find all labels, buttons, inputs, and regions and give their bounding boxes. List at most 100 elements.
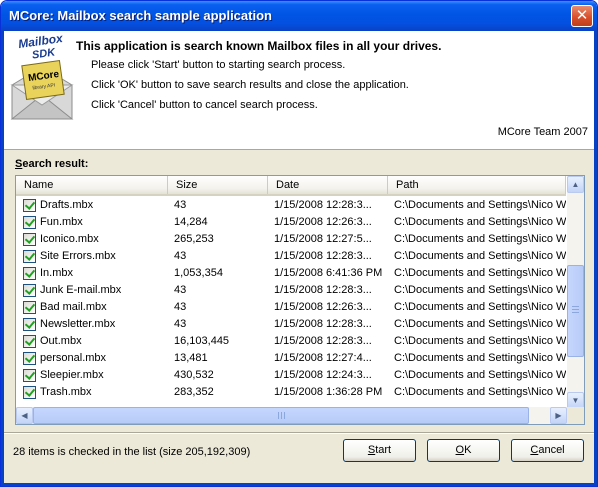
start-button-rest: tart (375, 444, 392, 456)
row-checkbox[interactable] (23, 369, 36, 382)
cancel-button[interactable]: Cancel (511, 439, 584, 462)
header-title: This application is search known Mailbox… (76, 39, 442, 53)
envelope-logo-icon: Mailbox SDK MCore library API (10, 33, 74, 120)
row-checkbox[interactable] (23, 250, 36, 263)
horizontal-scroll-thumb[interactable] (33, 407, 529, 424)
ok-button-rest: K (464, 444, 472, 456)
cell-size: 43 (174, 284, 187, 296)
cell-date: 1/15/2008 12:28:3... (274, 284, 372, 296)
cell-date: 1/15/2008 12:28:3... (274, 250, 372, 262)
cell-name: Junk E-mail.mbx (40, 284, 122, 296)
row-checkbox[interactable] (23, 267, 36, 280)
list-item[interactable]: Drafts.mbx 43 1/15/2008 12:28:3... C:\Docum… (16, 197, 566, 214)
cell-date: 1/15/2008 12:27:5... (274, 233, 372, 245)
cell-size: 265,253 (174, 233, 214, 245)
ok-button[interactable]: OK (427, 439, 500, 462)
cell-path: C:\Documents and Settings\Nico W... (394, 335, 566, 347)
vertical-scroll-thumb[interactable] (567, 265, 584, 357)
list-item[interactable]: Bad mail.mbx 43 1/15/2008 12:26:3... C:\Doc… (16, 299, 566, 316)
instruction-cancel: Click 'Cancel' button to cancel search p… (91, 99, 318, 111)
list-item[interactable]: In.mbx 1,053,354 1/15/2008 6:41:36 PM C:\Do… (16, 265, 566, 282)
title-bar[interactable]: MCore: Mailbox search sample application… (1, 1, 597, 31)
status-text: 28 items is checked in the list (size 20… (13, 446, 251, 458)
cell-name: Site Errors.mbx (40, 250, 116, 262)
logo-text-line2: SDK (31, 46, 57, 61)
row-checkbox[interactable] (23, 284, 36, 297)
cell-path: C:\Documents and Settings\Nico W... (394, 267, 566, 279)
instruction-ok: Click 'OK' button to save search results… (91, 79, 409, 91)
list-item[interactable]: Sleepier.mbx 430,532 1/15/2008 12:24:3... C… (16, 367, 566, 384)
window-border-right (594, 31, 597, 486)
list-item[interactable]: Trash.mbx 283,352 1/15/2008 1:36:28 PM C:\D… (16, 384, 566, 401)
scroll-left-button[interactable]: ◀ (16, 407, 33, 424)
cell-name: Fun.mbx (40, 216, 83, 228)
column-header-path[interactable]: Path (388, 176, 566, 194)
cell-date: 1/15/2008 12:28:3... (274, 335, 372, 347)
list-item[interactable]: Newsletter.mbx 43 1/15/2008 12:28:3... C:\D… (16, 316, 566, 333)
scroll-up-button[interactable]: ▲ (567, 176, 584, 193)
cell-size: 13,481 (174, 352, 208, 364)
cell-size: 43 (174, 199, 187, 211)
cell-date: 1/15/2008 6:41:36 PM (274, 267, 383, 279)
cell-name: Bad mail.mbx (40, 301, 107, 313)
horizontal-scrollbar[interactable]: ◀ ▶ (16, 407, 567, 424)
instruction-start: Please click 'Start' button to starting … (91, 59, 346, 71)
start-button[interactable]: Start (343, 439, 416, 462)
cell-size: 16,103,445 (174, 335, 230, 347)
cell-date: 1/15/2008 12:26:3... (274, 216, 372, 228)
row-checkbox[interactable] (23, 352, 36, 365)
cell-size: 43 (174, 301, 187, 313)
cell-size: 43 (174, 250, 187, 262)
row-checkbox[interactable] (23, 386, 36, 399)
cell-path: C:\Documents and Settings\Nico W... (394, 199, 566, 211)
column-header-bar: Name Size Date Path (16, 176, 566, 196)
row-checkbox[interactable] (23, 216, 36, 229)
cell-name: Sleepier.mbx (40, 369, 104, 381)
cell-path: C:\Documents and Settings\Nico W... (394, 386, 566, 398)
cell-date: 1/15/2008 12:28:3... (274, 199, 372, 211)
cell-path: C:\Documents and Settings\Nico W... (394, 284, 566, 296)
search-result-label: Search result: (15, 158, 88, 170)
list-item[interactable]: Out.mbx 16,103,445 1/15/2008 12:28:3... C:\… (16, 333, 566, 350)
close-button[interactable]: ✕ (571, 5, 593, 27)
column-header-name[interactable]: Name (16, 176, 168, 194)
list-item[interactable]: Junk E-mail.mbx 43 1/15/2008 12:28:3... C:\… (16, 282, 566, 299)
row-checkbox[interactable] (23, 335, 36, 348)
cell-path: C:\Documents and Settings\Nico W... (394, 216, 566, 228)
scroll-right-button[interactable]: ▶ (550, 407, 567, 424)
list-item[interactable]: Fun.mbx 14,284 1/15/2008 12:26:3... C:\Docu… (16, 214, 566, 231)
cell-path: C:\Documents and Settings\Nico W... (394, 318, 566, 330)
window-border-bottom (1, 483, 597, 486)
cell-size: 1,053,354 (174, 267, 223, 279)
footer-divider (4, 432, 594, 434)
cancel-button-rest: ancel (538, 444, 565, 456)
cell-size: 430,532 (174, 369, 214, 381)
cell-date: 1/15/2008 1:36:28 PM (274, 386, 383, 398)
list-item[interactable]: personal.mbx 13,481 1/15/2008 12:27:4... C:… (16, 350, 566, 367)
row-checkbox[interactable] (23, 301, 36, 314)
row-checkbox[interactable] (23, 199, 36, 212)
column-header-date[interactable]: Date (268, 176, 388, 194)
cell-name: personal.mbx (40, 352, 107, 364)
cell-name: Newsletter.mbx (40, 318, 116, 330)
row-checkbox[interactable] (23, 233, 36, 246)
cell-date: 1/15/2008 12:26:3... (274, 301, 372, 313)
results-listview[interactable]: Name Size Date Path Drafts.mbx 43 1/15/200… (15, 175, 585, 425)
cell-name: Iconico.mbx (40, 233, 99, 245)
search-result-label-rest: earch result: (22, 158, 89, 170)
list-rows: Drafts.mbx 43 1/15/2008 12:28:3... C:\Docum… (16, 197, 566, 409)
cell-path: C:\Documents and Settings\Nico W... (394, 233, 566, 245)
cell-size: 283,352 (174, 386, 214, 398)
row-checkbox[interactable] (23, 318, 36, 331)
window-title: MCore: Mailbox search sample application (9, 8, 272, 23)
column-header-size[interactable]: Size (168, 176, 268, 194)
cell-path: C:\Documents and Settings\Nico W... (394, 301, 566, 313)
cell-path: C:\Documents and Settings\Nico W... (394, 369, 566, 381)
vertical-scrollbar[interactable]: ▲ ▼ (567, 176, 584, 409)
list-item[interactable]: Site Errors.mbx 43 1/15/2008 12:28:3... C:\… (16, 248, 566, 265)
cell-path: C:\Documents and Settings\Nico W... (394, 352, 566, 364)
list-item[interactable]: Iconico.mbx 265,253 1/15/2008 12:27:5... C:… (16, 231, 566, 248)
team-credit: MCore Team 2007 (497, 126, 588, 138)
cell-name: Drafts.mbx (40, 199, 94, 211)
scrollbar-corner (567, 407, 584, 424)
